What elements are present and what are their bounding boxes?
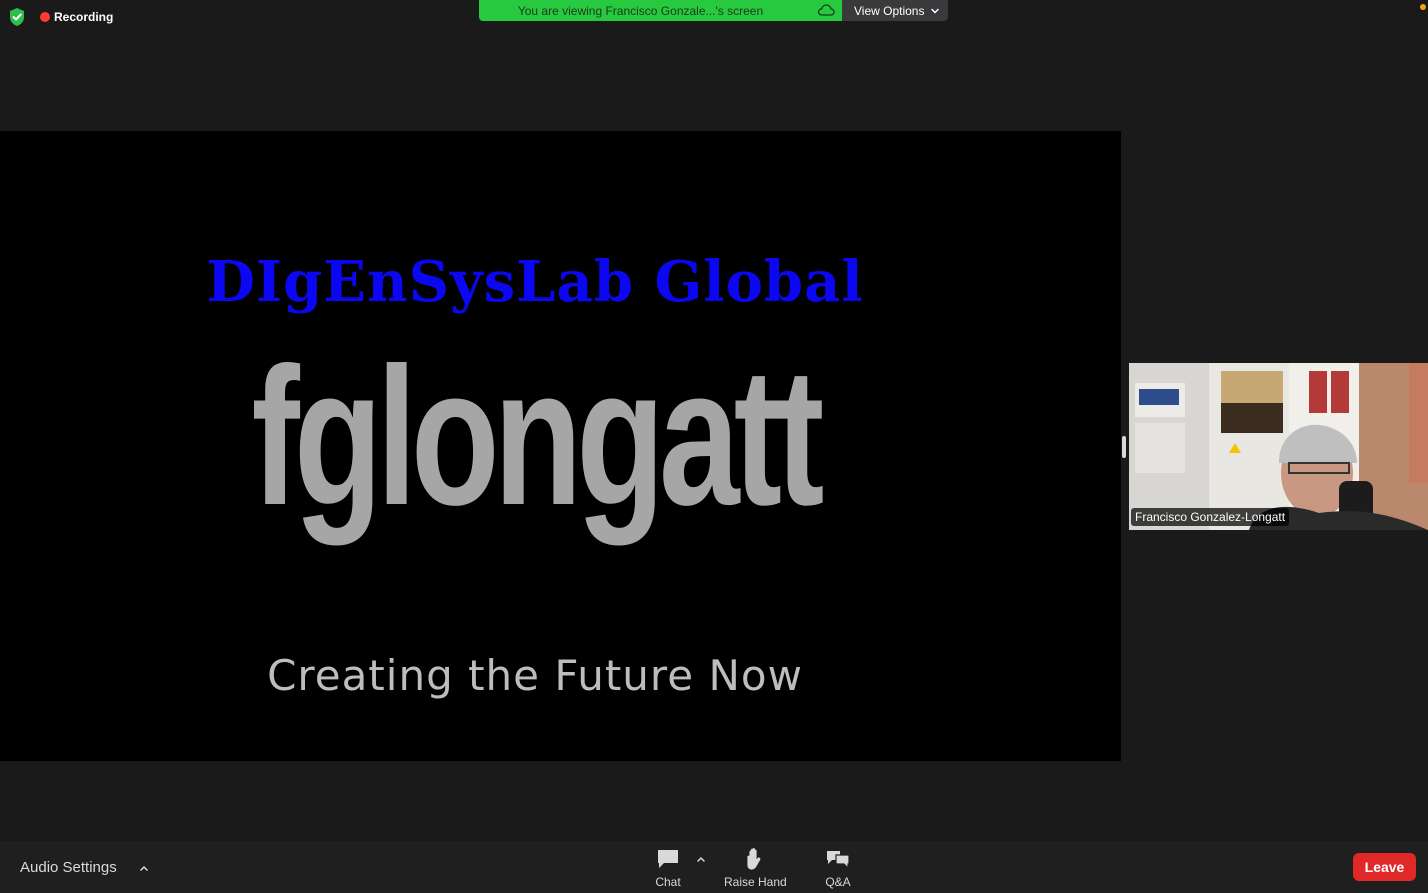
participant-name: Francisco Gonzalez-Longatt bbox=[1131, 508, 1290, 526]
chevron-up-icon[interactable] bbox=[139, 864, 149, 872]
recording-dot-icon bbox=[40, 12, 50, 22]
zoom-meeting-window: Recording You are viewing Francisco Gonz… bbox=[0, 0, 1428, 893]
viewing-banner-text: You are viewing Francisco Gonzale...'s s… bbox=[517, 3, 764, 18]
raise-hand-icon bbox=[747, 848, 761, 870]
slide-tagline: Creating the Future Now bbox=[267, 651, 803, 700]
chat-icon bbox=[658, 850, 678, 868]
recording-indicator[interactable]: Recording bbox=[40, 10, 113, 24]
view-options-button[interactable]: View Options bbox=[842, 0, 948, 21]
leave-button[interactable]: Leave bbox=[1353, 853, 1416, 881]
cloud-icon bbox=[817, 4, 835, 16]
view-options-label: View Options bbox=[854, 3, 925, 18]
audio-settings-label: Audio Settings bbox=[20, 859, 117, 876]
slide-title: DIgEnSysLab Global bbox=[206, 249, 864, 315]
panel-resize-handle[interactable] bbox=[1122, 436, 1126, 458]
chevron-down-icon bbox=[931, 8, 940, 14]
recording-label: Recording bbox=[54, 10, 114, 24]
meeting-toolbar: Audio Settings Chat Raise Hand Q&A Leave bbox=[0, 841, 1428, 893]
viewing-banner: You are viewing Francisco Gonzale...'s s… bbox=[479, 0, 842, 21]
qa-icon bbox=[827, 851, 850, 870]
participant-video-frame bbox=[1129, 363, 1428, 530]
shield-check-icon[interactable] bbox=[8, 7, 26, 27]
qa-button[interactable]: Q&A bbox=[825, 847, 851, 889]
shared-screen: DIgEnSysLab Global fglongatt Creating th… bbox=[0, 131, 1121, 761]
raise-hand-label: Raise Hand bbox=[724, 875, 787, 889]
slide-main-text: fglongatt bbox=[251, 327, 825, 546]
participant-video[interactable]: Francisco Gonzalez-Longatt bbox=[1129, 363, 1428, 530]
qa-label: Q&A bbox=[825, 875, 851, 889]
chat-options-chevron-icon[interactable] bbox=[696, 855, 706, 863]
mic-activity-dot bbox=[1420, 4, 1426, 10]
chat-label: Chat bbox=[655, 875, 681, 889]
chat-button[interactable]: Chat bbox=[655, 847, 681, 889]
raise-hand-button[interactable]: Raise Hand bbox=[724, 847, 787, 889]
audio-settings-button[interactable]: Audio Settings bbox=[20, 859, 149, 876]
